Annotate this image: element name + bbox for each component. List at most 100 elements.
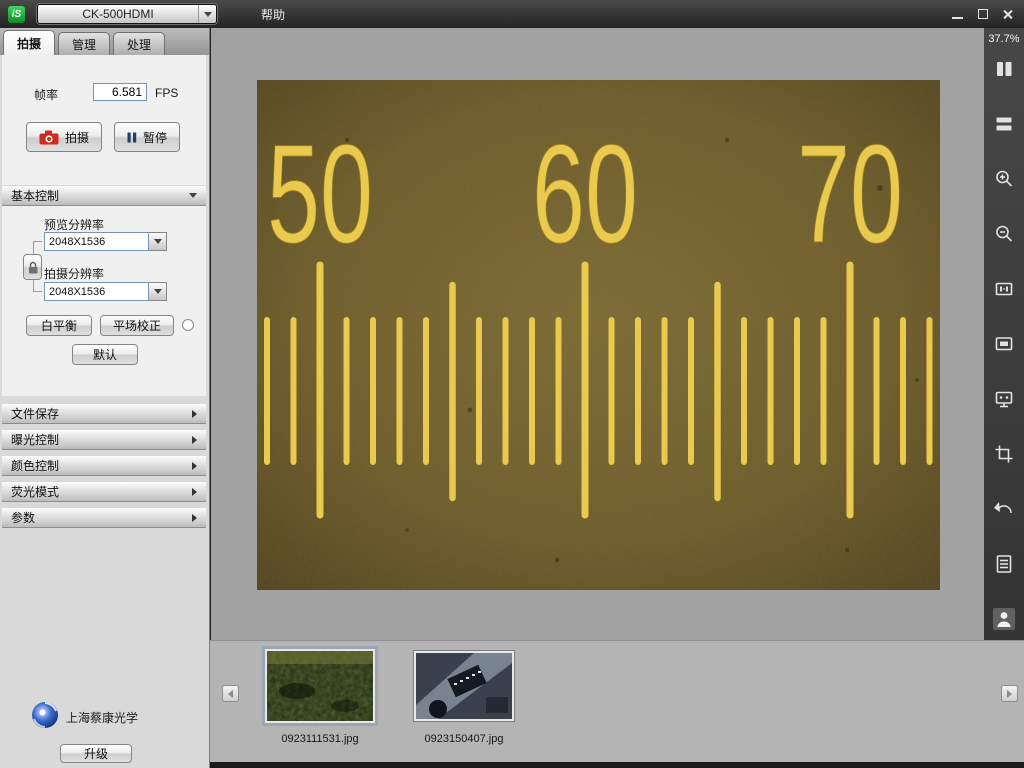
chevron-down-icon	[204, 12, 212, 17]
capture-resolution-dropdown[interactable]	[149, 282, 167, 301]
layout-rows-button[interactable]	[993, 113, 1015, 135]
section-file-save[interactable]: 文件保存	[2, 403, 206, 424]
expand-arrow-icon	[192, 462, 197, 470]
zoom-in-button[interactable]	[993, 168, 1015, 190]
capture-button[interactable]: 拍摄	[26, 122, 102, 152]
device-selector[interactable]: CK-500HDMI	[37, 4, 217, 24]
svg-text:60: 60	[532, 115, 638, 272]
preview-area: 50 60 70	[211, 28, 984, 640]
section-fluorescence[interactable]: 荧光模式	[2, 481, 206, 502]
preview-resolution-select[interactable]: 2048X1536	[44, 232, 167, 251]
section-file-save-label: 文件保存	[11, 405, 59, 422]
framerate-unit: FPS	[155, 86, 178, 100]
thumbnail-item-selected[interactable]	[262, 646, 378, 726]
zoom-out-button[interactable]	[993, 223, 1015, 245]
tab-manage[interactable]: 管理	[58, 32, 110, 55]
preview-resolution-label: 预览分辨率	[44, 216, 104, 233]
default-button-label: 默认	[93, 346, 117, 363]
view-toolbar: 37.7%	[984, 28, 1024, 640]
chevron-down-icon	[154, 239, 162, 244]
section-basic-control[interactable]: 基本控制	[2, 185, 206, 206]
upgrade-button-label: 升级	[84, 745, 108, 762]
filmstrip: 0923111531.jpg 0923150407.jpg	[210, 640, 1024, 762]
undo-icon	[993, 498, 1015, 520]
camera-icon	[39, 130, 59, 145]
section-exposure[interactable]: 曝光控制	[2, 429, 206, 450]
section-color[interactable]: 颜色控制	[2, 455, 206, 476]
chevron-down-icon	[154, 289, 162, 294]
help-menu[interactable]: 帮助	[253, 2, 293, 27]
actual-size-icon	[993, 278, 1015, 300]
window-controls	[951, 8, 1014, 21]
close-icon[interactable]	[1001, 8, 1014, 21]
preview-resolution-value: 2048X1536	[44, 232, 149, 251]
arrow-left-icon	[228, 690, 233, 698]
minimize-icon[interactable]	[951, 8, 964, 21]
section-exposure-label: 曝光控制	[11, 431, 59, 448]
app-logo-text: iS	[12, 9, 21, 20]
default-button[interactable]: 默认	[72, 344, 138, 365]
section-fluorescence-label: 荧光模式	[11, 483, 59, 500]
collapse-arrow-icon	[189, 193, 197, 198]
tab-process[interactable]: 处理	[113, 32, 165, 55]
section-parameters[interactable]: 参数	[2, 507, 206, 528]
display-settings-button[interactable]	[993, 388, 1015, 410]
fit-screen-button[interactable]	[993, 333, 1015, 355]
expand-arrow-icon	[192, 410, 197, 418]
title-bar: iS CK-500HDMI 帮助	[0, 0, 1024, 28]
user-profile-icon	[993, 608, 1015, 630]
user-profile-button[interactable]	[993, 608, 1015, 630]
upgrade-button[interactable]: 升级	[60, 744, 132, 763]
undo-button[interactable]	[993, 498, 1015, 520]
layout-rows-icon	[993, 113, 1015, 135]
capture-resolution-label: 拍摄分辨率	[44, 265, 104, 282]
fit-screen-icon	[993, 333, 1015, 355]
crop-icon	[993, 443, 1015, 465]
expand-arrow-icon	[192, 488, 197, 496]
framerate-label: 帧率	[34, 86, 58, 103]
capture-resolution-value: 2048X1536	[44, 282, 149, 301]
ruler-numbers: 50 60 70	[267, 115, 903, 272]
arrow-right-icon	[1007, 690, 1012, 698]
split-view-button[interactable]	[993, 58, 1015, 80]
flat-field-button[interactable]: 平场校正	[100, 315, 174, 336]
framerate-group	[2, 55, 206, 185]
svg-text:50: 50	[267, 115, 373, 272]
filmstrip-next-button[interactable]	[1001, 685, 1018, 702]
flat-field-checkbox[interactable]	[182, 319, 194, 331]
white-balance-button[interactable]: 白平衡	[26, 315, 92, 336]
control-panel: 拍摄 管理 处理 帧率 FPS 拍摄 暂停 基本控制 预览分辨率 2048X15…	[0, 28, 210, 768]
flat-field-label: 平场校正	[113, 317, 161, 334]
crop-button[interactable]	[993, 443, 1015, 465]
preview-resolution-dropdown[interactable]	[149, 232, 167, 251]
resolution-lock-button[interactable]	[23, 254, 42, 280]
report-list-icon	[993, 553, 1015, 575]
filmstrip-prev-button[interactable]	[222, 685, 239, 702]
display-settings-icon	[993, 388, 1015, 410]
thumbnail-image	[416, 653, 512, 719]
camera-preview[interactable]: 50 60 70	[257, 80, 940, 590]
section-parameters-label: 参数	[11, 509, 35, 526]
zoom-out-icon	[993, 223, 1015, 245]
thumbnail-filename: 0923150407.jpg	[403, 733, 525, 745]
tab-capture[interactable]: 拍摄	[3, 30, 55, 55]
actual-size-button[interactable]	[993, 278, 1015, 300]
white-balance-label: 白平衡	[41, 317, 77, 334]
pause-icon	[127, 132, 137, 143]
thumbnail-filename: 0923111531.jpg	[250, 733, 390, 745]
report-list-button[interactable]	[993, 553, 1015, 575]
brand-logo-icon	[30, 700, 60, 730]
expand-arrow-icon	[192, 514, 197, 522]
maximize-icon[interactable]	[976, 8, 989, 21]
panel-tabs: 拍摄 管理 处理	[0, 28, 209, 55]
section-color-label: 颜色控制	[11, 457, 59, 474]
lock-icon	[27, 260, 39, 275]
capture-resolution-select[interactable]: 2048X1536	[44, 282, 167, 301]
thumbnail-item[interactable]	[413, 650, 515, 722]
framerate-input[interactable]	[93, 83, 147, 101]
pause-button[interactable]: 暂停	[114, 122, 180, 152]
device-selector-dropdown[interactable]	[198, 5, 216, 23]
section-basic-label: 基本控制	[11, 187, 59, 204]
expand-arrow-icon	[192, 436, 197, 444]
capture-button-label: 拍摄	[65, 129, 89, 146]
